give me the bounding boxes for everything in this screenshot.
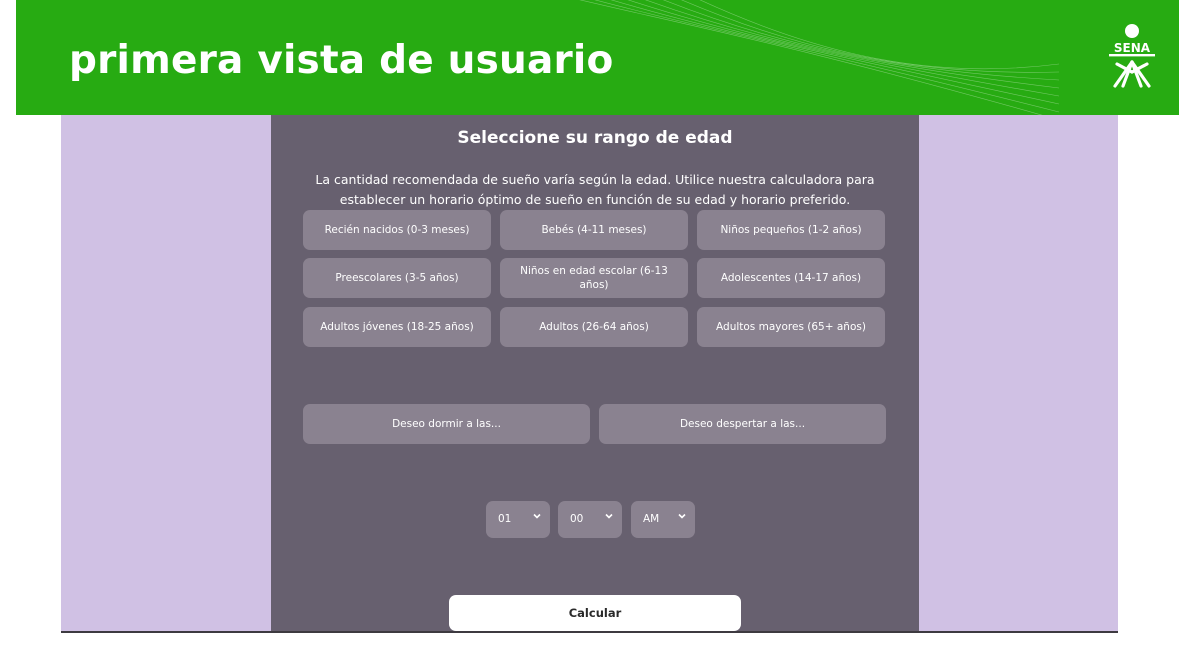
age-button-toddler[interactable]: Niños pequeños (1-2 años) (697, 210, 885, 250)
chevron-down-icon (605, 513, 613, 519)
minute-select[interactable]: 00 (558, 501, 622, 538)
minute-value: 00 (570, 513, 584, 525)
hour-select[interactable]: 01 (486, 501, 550, 538)
sena-logo: SENA (1109, 24, 1155, 88)
screenshot-bottom-border (61, 631, 1118, 633)
age-button-school-age[interactable]: Niños en edad escolar (6-13 años) (500, 258, 688, 298)
age-button-older-adult[interactable]: Adultos mayores (65+ años) (697, 307, 885, 347)
chevron-down-icon (678, 513, 686, 519)
app-screenshot: Seleccione su rango de edad La cantidad … (61, 115, 1118, 633)
age-button-infant[interactable]: Bebés (4-11 meses) (500, 210, 688, 250)
age-button-young-adult[interactable]: Adultos jóvenes (18-25 años) (303, 307, 491, 347)
sleep-at-button[interactable]: Deseo dormir a las... (303, 404, 590, 444)
calculator-panel: Seleccione su rango de edad La cantidad … (271, 115, 919, 633)
calculate-button[interactable]: Calcular (449, 595, 741, 631)
wake-at-button[interactable]: Deseo despertar a las... (599, 404, 886, 444)
period-select[interactable]: AM (631, 501, 695, 538)
decorative-waves (579, 0, 1059, 115)
sena-logo-text: SENA (1114, 41, 1151, 55)
age-button-preschool[interactable]: Preescolares (3-5 años) (303, 258, 491, 298)
age-button-teen[interactable]: Adolescentes (14-17 años) (697, 258, 885, 298)
slide-title: primera vista de usuario (69, 38, 614, 83)
age-button-newborn[interactable]: Recién nacidos (0-3 meses) (303, 210, 491, 250)
slide-header: primera vista de usuario SENA (16, 0, 1179, 115)
age-button-adult[interactable]: Adultos (26-64 años) (500, 307, 688, 347)
panel-description: La cantidad recomendada de sueño varía s… (315, 172, 875, 207)
hour-value: 01 (498, 513, 512, 525)
panel-title: Seleccione su rango de edad (457, 128, 733, 148)
chevron-down-icon (533, 513, 541, 519)
period-value: AM (643, 513, 660, 525)
slide-left-margin (0, 0, 16, 646)
